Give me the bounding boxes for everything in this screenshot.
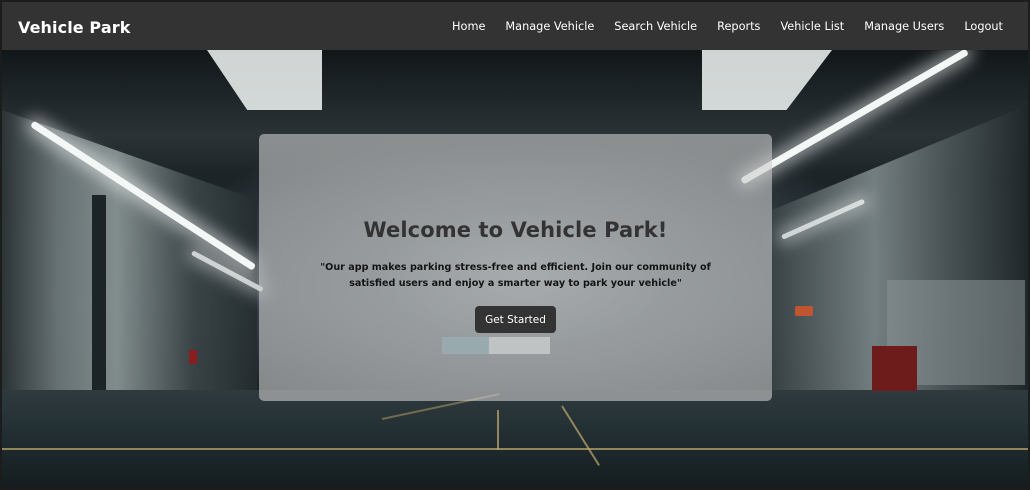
nav-home-link[interactable]: Home <box>452 20 485 33</box>
welcome-tagline: "Our app makes parking stress-free and e… <box>320 262 711 289</box>
fire-extinguisher-box-image <box>872 346 917 391</box>
garage-floor-image <box>2 390 1028 488</box>
nav-manage-vehicle-link[interactable]: Manage Vehicle <box>505 20 594 33</box>
nav-search-vehicle-link[interactable]: Search Vehicle <box>614 20 697 33</box>
nav-reports-link[interactable]: Reports <box>717 20 760 33</box>
nav-vehicle-list-link[interactable]: Vehicle List <box>780 20 844 33</box>
app-page: Vehicle Park Home Manage Vehicle Search … <box>0 0 1030 490</box>
top-navbar: Vehicle Park Home Manage Vehicle Search … <box>2 2 1028 50</box>
fire-alarm-image <box>189 350 197 364</box>
nav-links: Home Manage Vehicle Search Vehicle Repor… <box>432 20 1003 33</box>
garage-pillar-image <box>92 195 106 420</box>
parking-line-image <box>2 448 1028 450</box>
get-started-button[interactable]: Get Started <box>475 306 556 333</box>
welcome-title: Welcome to Vehicle Park! <box>363 218 668 242</box>
nav-logout-link[interactable]: Logout <box>964 20 1003 33</box>
parking-line-image <box>497 410 499 450</box>
exit-sign-image <box>795 306 813 316</box>
brand-logo-link[interactable]: Vehicle Park <box>18 18 130 37</box>
welcome-card: Welcome to Vehicle Park! "Our app makes … <box>259 134 772 401</box>
nav-manage-users-link[interactable]: Manage Users <box>864 20 944 33</box>
